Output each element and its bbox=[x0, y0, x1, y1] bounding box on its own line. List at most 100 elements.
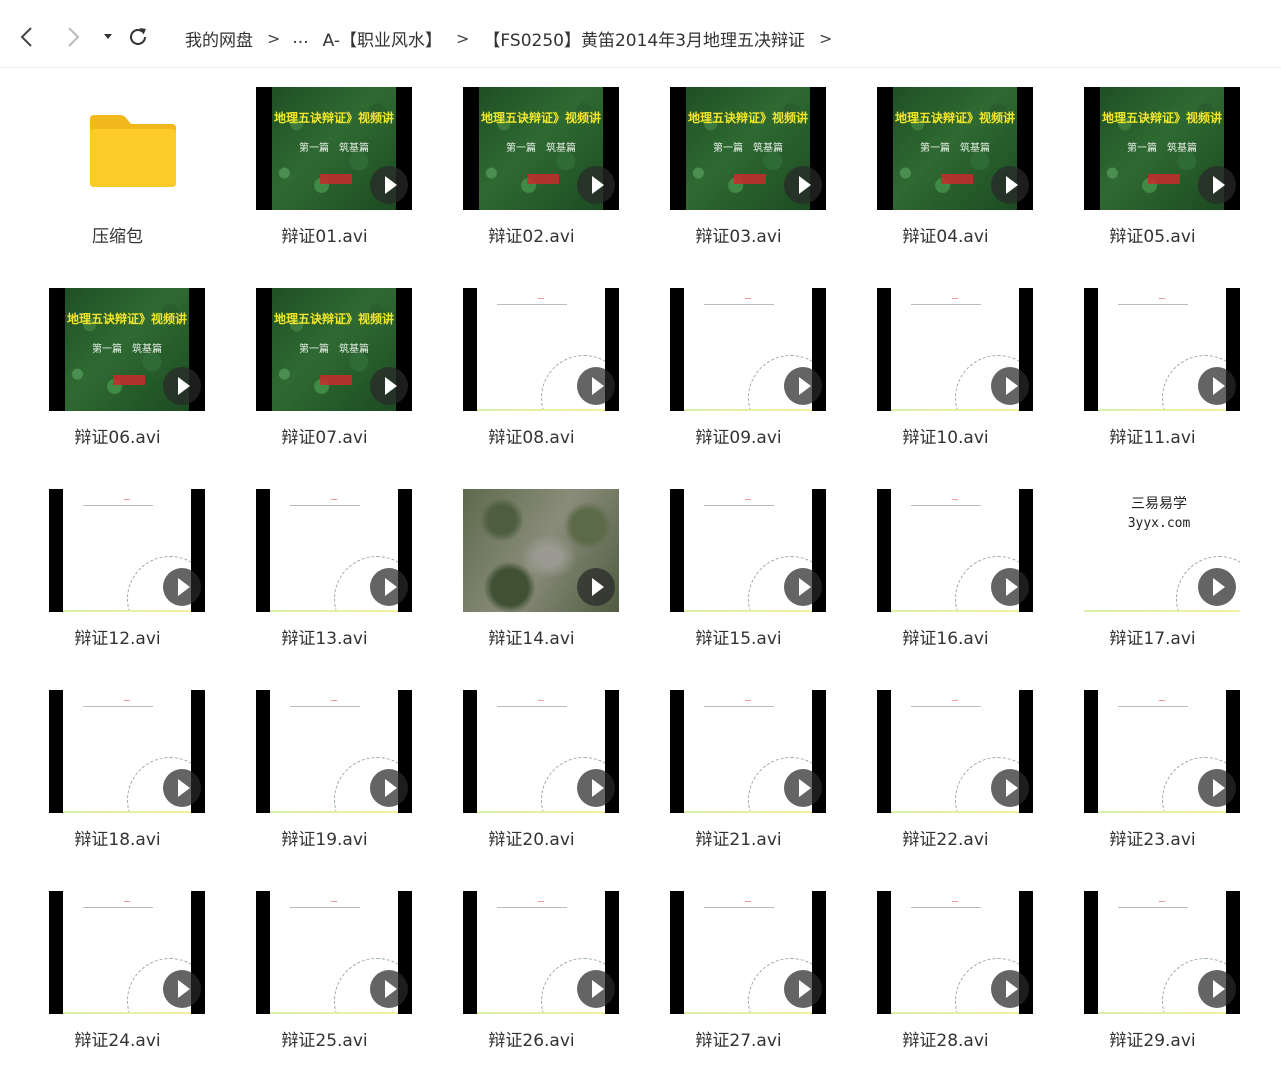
video-thumbnail: — bbox=[463, 891, 619, 1014]
play-icon bbox=[784, 166, 822, 204]
watermark-box: 三易易学 3yyx.com bbox=[1084, 489, 1234, 547]
forward-button[interactable] bbox=[60, 24, 86, 50]
file-name-label: 辩证27.avi bbox=[695, 1031, 782, 1051]
breadcrumb-root[interactable]: 我的网盘 bbox=[185, 26, 253, 51]
video-file-item[interactable]: —三易易学3yyx.com辩证17.avi bbox=[1049, 470, 1256, 671]
file-name-label: 辩证12.avi bbox=[74, 629, 161, 649]
video-file-item[interactable]: — 辩证28.avi bbox=[842, 872, 1049, 1073]
file-name-label: 辩证29.avi bbox=[1109, 1031, 1196, 1051]
file-name-label: 辩证14.avi bbox=[488, 629, 575, 649]
file-name-label: 辩证05.avi bbox=[1109, 227, 1196, 247]
thumbnail-slide-heading: — bbox=[537, 897, 545, 905]
watermark-url: 3yyx.com bbox=[1127, 516, 1191, 531]
play-icon bbox=[1198, 769, 1236, 807]
video-thumbnail: — bbox=[1084, 288, 1240, 411]
file-name-label: 辩证22.avi bbox=[902, 830, 989, 850]
thumbnail-slide-line bbox=[290, 706, 360, 707]
video-file-item[interactable]: — 辩证22.avi bbox=[842, 671, 1049, 872]
folder-item[interactable]: 压缩包 bbox=[14, 68, 221, 269]
video-file-item[interactable]: 地理五诀辩证》视频讲 第一篇 筑基篇辩证01.avi bbox=[221, 68, 428, 269]
video-file-item[interactable]: — 辩证21.avi bbox=[635, 671, 842, 872]
video-file-item[interactable]: — 辩证09.avi bbox=[635, 269, 842, 470]
thumbnail-slide-line bbox=[497, 304, 567, 305]
back-button[interactable] bbox=[14, 24, 40, 50]
breadcrumb-current[interactable]: 【FS0250】黄笛2014年3月地理五决辩证 bbox=[483, 26, 805, 51]
refresh-icon bbox=[130, 28, 146, 45]
thumbnail-bottom-strip bbox=[891, 409, 1019, 411]
video-file-item[interactable]: — 辩证25.avi bbox=[221, 872, 428, 1073]
file-name-label: 辩证21.avi bbox=[695, 830, 782, 850]
thumbnail-bottom-strip bbox=[477, 1012, 605, 1014]
play-icon bbox=[1198, 568, 1236, 606]
thumbnail-slide-line bbox=[704, 907, 774, 908]
thumbnail-title-text: 地理五诀辩证》视频讲 bbox=[273, 111, 394, 125]
video-thumbnail: 地理五诀辩证》视频讲 第一篇 筑基篇 bbox=[670, 87, 826, 210]
breadcrumb-ellipsis[interactable]: ... bbox=[292, 28, 308, 48]
thumbnail-slide-line bbox=[497, 907, 567, 908]
video-thumbnail: — bbox=[877, 489, 1033, 612]
play-icon bbox=[163, 568, 201, 606]
thumbnail-red-caption bbox=[320, 375, 352, 385]
video-file-item[interactable]: — 辩证27.avi bbox=[635, 872, 842, 1073]
video-thumbnail: — bbox=[670, 489, 826, 612]
video-file-item[interactable]: 地理五诀辩证》视频讲 第一篇 筑基篇辩证07.avi bbox=[221, 269, 428, 470]
video-thumbnail: — bbox=[49, 690, 205, 813]
video-thumbnail: — bbox=[463, 690, 619, 813]
video-file-item[interactable]: — 辩证11.avi bbox=[1049, 269, 1256, 470]
video-file-item[interactable]: — 辩证16.avi bbox=[842, 470, 1049, 671]
thumbnail-slide-heading: — bbox=[123, 495, 131, 503]
video-thumbnail: 地理五诀辩证》视频讲 第一篇 筑基篇 bbox=[463, 87, 619, 210]
play-icon bbox=[577, 166, 615, 204]
play-icon bbox=[1198, 367, 1236, 405]
refresh-button[interactable] bbox=[125, 24, 151, 50]
video-file-item[interactable]: — 辩证12.avi bbox=[14, 470, 221, 671]
video-file-item[interactable]: — 辩证20.avi bbox=[428, 671, 635, 872]
breadcrumb-level1[interactable]: A-【职业风水】 bbox=[323, 26, 442, 51]
history-dropdown-button[interactable] bbox=[96, 24, 122, 50]
thumbnail-slide-line bbox=[83, 505, 153, 506]
file-name-label: 辩证07.avi bbox=[281, 428, 368, 448]
thumbnail-bottom-strip bbox=[891, 811, 1019, 813]
thumbnail-bottom-strip bbox=[270, 1012, 398, 1014]
thumbnail-slide-line bbox=[704, 706, 774, 707]
thumbnail-slide-line bbox=[83, 907, 153, 908]
video-file-item[interactable]: — 辩证10.avi bbox=[842, 269, 1049, 470]
file-name-label: 辩证02.avi bbox=[488, 227, 575, 247]
video-thumbnail: 地理五诀辩证》视频讲 第一篇 筑基篇 bbox=[256, 288, 412, 411]
video-file-item[interactable]: — 辩证08.avi bbox=[428, 269, 635, 470]
file-name-label: 辩证04.avi bbox=[902, 227, 989, 247]
thumbnail-slide-line bbox=[497, 706, 567, 707]
video-thumbnail: 地理五诀辩证》视频讲 第一篇 筑基篇 bbox=[256, 87, 412, 210]
thumbnail-bottom-strip bbox=[477, 409, 605, 411]
video-file-item[interactable]: — 辩证29.avi bbox=[1049, 872, 1256, 1073]
video-file-item[interactable]: 地理五诀辩证》视频讲 第一篇 筑基篇 辩证05.avi bbox=[1049, 68, 1256, 269]
video-file-item[interactable]: — 辩证13.avi bbox=[221, 470, 428, 671]
video-file-item[interactable]: — 辩证24.avi bbox=[14, 872, 221, 1073]
play-icon bbox=[577, 970, 615, 1008]
play-icon bbox=[784, 970, 822, 1008]
thumbnail-bottom-strip bbox=[1098, 409, 1226, 411]
thumbnail-slide-heading: — bbox=[951, 696, 959, 704]
thumbnail-bottom-strip bbox=[270, 610, 398, 612]
video-thumbnail: 地理五诀辩证》视频讲 第一篇 筑基篇 bbox=[49, 288, 205, 411]
video-file-item[interactable]: — 辩证19.avi bbox=[221, 671, 428, 872]
thumbnail-bottom-strip bbox=[1098, 811, 1226, 813]
file-name-label: 辩证03.avi bbox=[695, 227, 782, 247]
video-file-item[interactable]: — 辩证15.avi bbox=[635, 470, 842, 671]
video-file-item[interactable]: 地理五诀辩证》视频讲 第一篇 筑基篇 辩证04.avi bbox=[842, 68, 1049, 269]
toolbar: 我的网盘 > ... A-【职业风水】 > 【FS0250】黄笛2014年3月地… bbox=[0, 0, 1281, 68]
video-file-item[interactable]: — 辩证18.avi bbox=[14, 671, 221, 872]
video-file-item[interactable]: 辩证14.avi bbox=[428, 470, 635, 671]
file-name-label: 辩证09.avi bbox=[695, 428, 782, 448]
video-file-item[interactable]: — 辩证26.avi bbox=[428, 872, 635, 1073]
video-file-item[interactable]: 地理五诀辩证》视频讲 第一篇 筑基篇 辩证06.avi bbox=[14, 269, 221, 470]
video-file-item[interactable]: — 辩证23.avi bbox=[1049, 671, 1256, 872]
thumbnail-title-text: 地理五诀辩证》视频讲 bbox=[480, 111, 601, 125]
play-icon bbox=[370, 568, 408, 606]
thumbnail-slide-line bbox=[911, 706, 981, 707]
thumbnail-slide-line bbox=[704, 304, 774, 305]
video-file-item[interactable]: 地理五诀辩证》视频讲 第一篇 筑基篇辩证02.avi bbox=[428, 68, 635, 269]
video-file-item[interactable]: 地理五诀辩证》视频讲 第一篇 筑基篇辩证03.avi bbox=[635, 68, 842, 269]
play-icon bbox=[163, 970, 201, 1008]
file-name-label: 辩证01.avi bbox=[281, 227, 368, 247]
